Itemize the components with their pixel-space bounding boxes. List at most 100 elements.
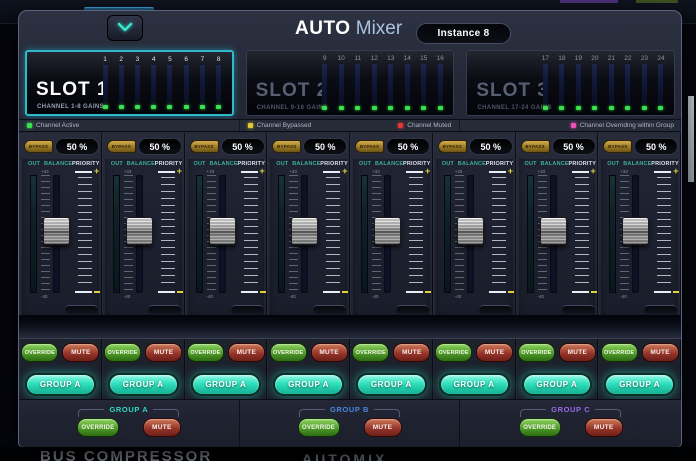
slot-1-panel[interactable]: SLOT 1 CHANNEL 1-8 GAINS 12345678	[25, 50, 234, 116]
group-assign-button[interactable]: GROUP A	[439, 373, 510, 396]
slot-3-panel[interactable]: SLOT 3 CHANNEL 17-24 GAINS 1718192021222…	[466, 50, 675, 116]
green-dot-icon	[27, 123, 32, 128]
priority-slider-track[interactable]	[575, 177, 589, 289]
priority-max-mark	[572, 171, 589, 173]
group-assign-button[interactable]: GROUP A	[108, 373, 179, 396]
channel-active-dot	[135, 105, 140, 109]
balance-fader-handle[interactable]	[43, 217, 70, 245]
group-assign-button[interactable]: GROUP A	[522, 373, 593, 396]
mute-button[interactable]: MUTE	[642, 343, 679, 362]
group-c-section: GROUP C OVERRIDE MUTE	[460, 400, 681, 447]
mute-button[interactable]: MUTE	[311, 343, 348, 362]
strip-expand-button[interactable]	[562, 305, 595, 314]
strip-expand-button[interactable]	[479, 305, 512, 314]
bypass-button[interactable]: BYPASS	[24, 140, 53, 153]
channel-meter: 14	[401, 55, 413, 110]
strip-expand-button[interactable]	[148, 305, 181, 314]
group-a-mute-button[interactable]: MUTE	[143, 418, 181, 437]
balance-fader-handle[interactable]	[540, 217, 567, 245]
override-button[interactable]: OVERRIDE	[187, 343, 224, 362]
override-button[interactable]: OVERRIDE	[518, 343, 555, 362]
priority-minus-mark	[260, 291, 266, 293]
channel-meter: 24	[655, 55, 667, 110]
slot-2-panel[interactable]: SLOT 2 CHANNEL 9-16 GAINS 91011121314151…	[246, 50, 455, 116]
gain-value-display: 50 %	[138, 138, 182, 155]
group-c-mute-button[interactable]: MUTE	[585, 418, 623, 437]
legend-channel-overriding: Channel Overriding within Group	[571, 122, 674, 129]
slot-subtitle: CHANNEL 1-8 GAINS	[37, 104, 104, 110]
fader-panel: OUT BALANCE PRIORITY +33 -40 +	[436, 159, 513, 319]
instance-selector[interactable]: Instance 8	[416, 23, 511, 44]
slot-subtitle: CHANNEL 9-16 GAINS	[257, 105, 328, 111]
override-button[interactable]: OVERRIDE	[352, 343, 389, 362]
bypass-button[interactable]: BYPASS	[355, 140, 384, 153]
scale-bottom-label: -40	[289, 294, 296, 299]
legend-channel-active: Channel Active	[27, 122, 79, 129]
priority-slider-track[interactable]	[78, 177, 92, 289]
group-a-override-button[interactable]: OVERRIDE	[77, 418, 119, 437]
bracket-right	[374, 409, 400, 417]
channel-meter: 1	[99, 56, 111, 109]
bypass-button[interactable]: BYPASS	[107, 140, 136, 153]
strip-expand-button[interactable]	[65, 305, 98, 314]
bypass-button[interactable]: BYPASS	[190, 140, 219, 153]
auto-mixer-dialog: AUTO Mixer Instance 8 SLOT 1 CHANNEL 1-8…	[18, 10, 682, 447]
bypass-button[interactable]: BYPASS	[438, 140, 467, 153]
bypass-button[interactable]: BYPASS	[521, 140, 550, 153]
channel-strip: BYPASS 50 % OUT BALANCE PRIORITY +33 -40…	[598, 133, 681, 399]
bypass-button[interactable]: BYPASS	[603, 140, 632, 153]
priority-slider-track[interactable]	[161, 177, 175, 289]
channel-number: 12	[371, 55, 378, 63]
mute-button[interactable]: MUTE	[62, 343, 99, 362]
chevron-down-icon	[117, 19, 133, 37]
balance-fader-handle[interactable]	[374, 217, 401, 245]
channel-number: 5	[168, 56, 172, 64]
priority-slider-track[interactable]	[657, 177, 671, 289]
priority-slider-track[interactable]	[244, 177, 258, 289]
strip-expand-button[interactable]	[644, 305, 677, 314]
channel-number: 14	[404, 55, 411, 63]
strip-expand-button[interactable]	[231, 305, 264, 314]
mute-button[interactable]: MUTE	[559, 343, 596, 362]
group-assign-button[interactable]: GROUP A	[25, 373, 96, 396]
balance-label: BALANCE	[623, 161, 651, 167]
channel-meter: 23	[638, 55, 650, 110]
balance-label: BALANCE	[541, 161, 569, 167]
mute-button[interactable]: MUTE	[476, 343, 513, 362]
override-button[interactable]: OVERRIDE	[104, 343, 141, 362]
mute-button[interactable]: MUTE	[228, 343, 265, 362]
channel-strip: BYPASS 50 % OUT BALANCE PRIORITY +33 -40…	[267, 133, 350, 399]
channel-active-dot	[388, 106, 393, 110]
bypass-button[interactable]: BYPASS	[272, 140, 301, 153]
override-button[interactable]: OVERRIDE	[270, 343, 307, 362]
strip-expand-button[interactable]	[313, 305, 346, 314]
background-scrollbar[interactable]	[688, 96, 694, 182]
group-assign-button[interactable]: GROUP A	[273, 373, 344, 396]
override-button[interactable]: OVERRIDE	[21, 343, 58, 362]
strip-expand-button[interactable]	[396, 305, 429, 314]
priority-slider-track[interactable]	[409, 177, 423, 289]
group-c-override-button[interactable]: OVERRIDE	[519, 418, 561, 437]
balance-fader-handle[interactable]	[291, 217, 318, 245]
priority-slider-track[interactable]	[326, 177, 340, 289]
group-assign-button[interactable]: GROUP A	[356, 373, 427, 396]
override-button[interactable]: OVERRIDE	[601, 343, 638, 362]
priority-slider-track[interactable]	[492, 177, 506, 289]
gain-value-display: 50 %	[303, 138, 347, 155]
balance-fader-handle[interactable]	[622, 217, 649, 245]
group-b-mute-button[interactable]: MUTE	[364, 418, 402, 437]
balance-fader-handle[interactable]	[457, 217, 484, 245]
mute-button[interactable]: MUTE	[393, 343, 430, 362]
balance-fader-handle[interactable]	[209, 217, 236, 245]
mute-button[interactable]: MUTE	[145, 343, 182, 362]
group-assign-button[interactable]: GROUP A	[191, 373, 262, 396]
slot-name: SLOT 1	[36, 79, 109, 101]
balance-fader-handle[interactable]	[126, 217, 153, 245]
channel-strip: BYPASS 50 % OUT BALANCE PRIORITY +33 -40…	[516, 133, 599, 399]
group-assign-button[interactable]: GROUP A	[604, 373, 675, 396]
override-button[interactable]: OVERRIDE	[435, 343, 472, 362]
scale-top-label: +33	[124, 169, 132, 174]
group-b-override-button[interactable]: OVERRIDE	[298, 418, 340, 437]
slot-meters: 1718192021222324	[539, 55, 667, 110]
collapse-button[interactable]	[107, 15, 143, 41]
